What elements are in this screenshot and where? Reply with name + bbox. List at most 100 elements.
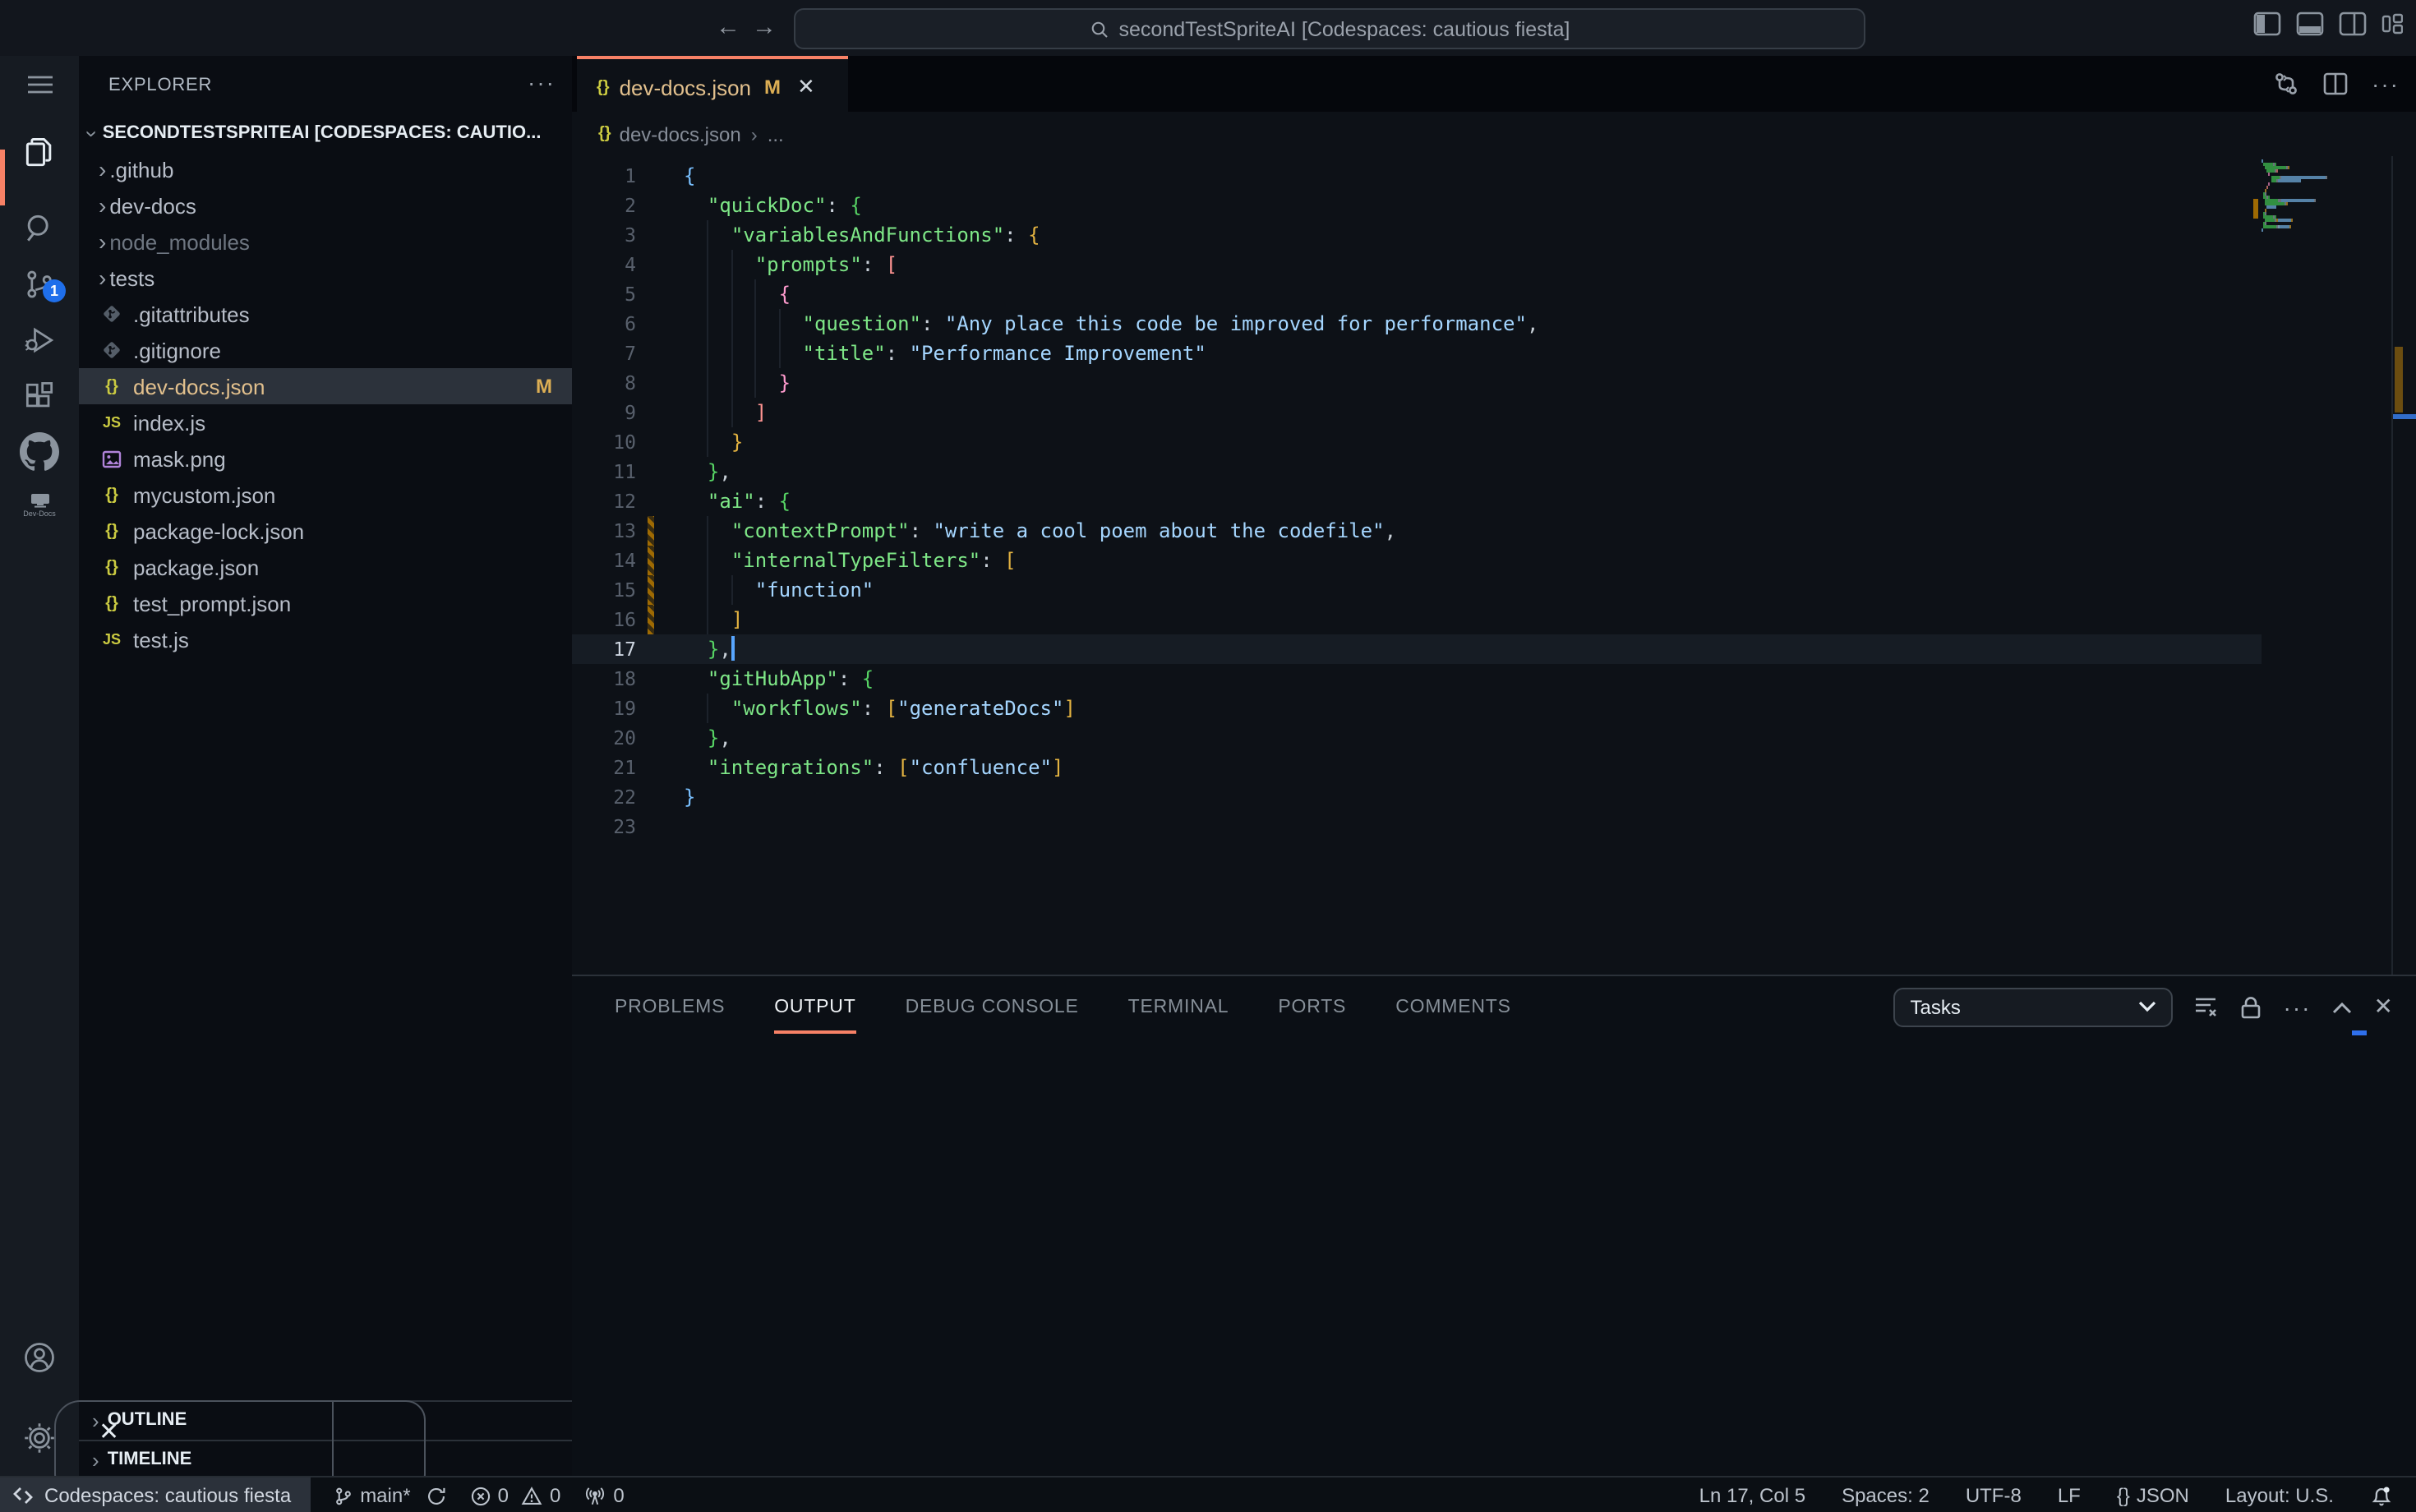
tree-item-test-js[interactable]: JStest.js bbox=[79, 621, 572, 657]
radio-tower-icon bbox=[583, 1485, 606, 1506]
customize-layout-icon[interactable] bbox=[2381, 12, 2403, 36]
language-mode[interactable]: {} JSON bbox=[2117, 1484, 2189, 1507]
panel-tab-comments[interactable]: COMMENTS bbox=[1395, 980, 1511, 1033]
tree-item--github[interactable]: ›.github bbox=[79, 151, 572, 187]
keyboard-layout[interactable]: Layout: U.S. bbox=[2225, 1484, 2334, 1507]
sidebar-item-extensions[interactable] bbox=[0, 368, 79, 424]
code-line-17[interactable]: 17 }, bbox=[572, 634, 2262, 664]
maximize-panel-icon[interactable] bbox=[2333, 1000, 2353, 1013]
code-line-15[interactable]: 15 "function" bbox=[572, 575, 2262, 605]
settings-button[interactable] bbox=[0, 1410, 79, 1466]
code-line-16[interactable]: 16 ] bbox=[572, 605, 2262, 634]
code-editor[interactable]: 1{2 "quickDoc": {3 "variablesAndFunction… bbox=[572, 156, 2416, 975]
breadcrumb[interactable]: {} dev-docs.json › ... bbox=[572, 112, 2416, 156]
sidebar-item-source-control[interactable]: 1 bbox=[0, 256, 79, 312]
code-line-20[interactable]: 20 }, bbox=[572, 723, 2262, 753]
code-line-6[interactable]: 6 "question": "Any place this code be im… bbox=[572, 309, 2262, 339]
menu-button[interactable] bbox=[0, 56, 79, 112]
code-line-7[interactable]: 7 "title": "Performance Improvement" bbox=[572, 339, 2262, 368]
sidebar-item-dev-docs[interactable]: Dev-Docs bbox=[0, 477, 79, 532]
minimap[interactable] bbox=[2258, 159, 2390, 265]
git-file-icon bbox=[99, 304, 125, 324]
sidebar-item-explorer[interactable] bbox=[0, 125, 79, 181]
tree-item-dev-docs-json[interactable]: {}dev-docs.jsonM bbox=[79, 368, 572, 404]
problems-indicator[interactable]: 0 0 bbox=[470, 1484, 561, 1507]
close-panel-icon[interactable]: ✕ bbox=[2374, 993, 2393, 1021]
clear-output-icon[interactable] bbox=[2195, 996, 2220, 1017]
git-branch-icon bbox=[334, 1485, 353, 1506]
code-line-13[interactable]: 13 "contextPrompt": "write a cool poem a… bbox=[572, 516, 2262, 546]
tree-item-package-json[interactable]: {}package.json bbox=[79, 549, 572, 585]
remote-indicator[interactable]: Codespaces: cautious fiesta bbox=[0, 1477, 311, 1512]
open-changes-icon[interactable] bbox=[2273, 71, 2299, 97]
warning-icon bbox=[522, 1485, 543, 1506]
code-line-5[interactable]: 5 { bbox=[572, 279, 2262, 309]
tree-item-index-js[interactable]: JSindex.js bbox=[79, 404, 572, 440]
code-line-18[interactable]: 18 "gitHubApp": { bbox=[572, 664, 2262, 694]
forward-icon[interactable]: → bbox=[749, 13, 779, 43]
explorer-more-actions-icon[interactable]: ··· bbox=[528, 69, 556, 95]
output-channel-select[interactable]: Tasks bbox=[1894, 987, 2174, 1026]
tree-item-mycustom-json[interactable]: {}mycustom.json bbox=[79, 477, 572, 513]
panel-tab-output[interactable]: OUTPUT bbox=[774, 980, 855, 1033]
outline-section-header[interactable]: › OUTLINE bbox=[79, 1400, 572, 1438]
sidebar-item-run-debug[interactable] bbox=[0, 312, 79, 368]
tree-item-dev-docs[interactable]: ›dev-docs bbox=[79, 187, 572, 224]
code-line-11[interactable]: 11 }, bbox=[572, 457, 2262, 486]
code-line-8[interactable]: 8 } bbox=[572, 368, 2262, 398]
code-line-4[interactable]: 4 "prompts": [ bbox=[572, 250, 2262, 279]
timeline-section-header[interactable]: › TIMELINE bbox=[79, 1440, 572, 1477]
panel-tab-problems[interactable]: PROBLEMS bbox=[615, 980, 725, 1033]
workspace-section-label: SECONDTESTSPRITEAI [CODESPACES: CAUTIO..… bbox=[103, 123, 542, 143]
tree-item-node-modules[interactable]: ›node_modules bbox=[79, 224, 572, 260]
tree-item-tests[interactable]: ›tests bbox=[79, 260, 572, 296]
code-line-2[interactable]: 2 "quickDoc": { bbox=[572, 191, 2262, 220]
code-line-14[interactable]: 14 "internalTypeFilters": [ bbox=[572, 546, 2262, 575]
code-line-21[interactable]: 21 "integrations": ["confluence"] bbox=[572, 753, 2262, 782]
toggle-secondary-sidebar-icon[interactable] bbox=[2339, 12, 2367, 36]
line-number: 2 bbox=[572, 191, 636, 220]
code-line-1[interactable]: 1{ bbox=[572, 161, 2262, 191]
encoding[interactable]: UTF-8 bbox=[1966, 1484, 2022, 1507]
code-line-10[interactable]: 10 } bbox=[572, 427, 2262, 457]
lock-output-icon[interactable] bbox=[2241, 995, 2262, 1018]
indentation[interactable]: Spaces: 2 bbox=[1842, 1484, 1930, 1507]
account-button[interactable] bbox=[0, 1330, 79, 1385]
code-line-3[interactable]: 3 "variablesAndFunctions": { bbox=[572, 220, 2262, 250]
code-line-12[interactable]: 12 "ai": { bbox=[572, 486, 2262, 516]
error-count: 0 bbox=[498, 1484, 509, 1507]
line-number: 17 bbox=[572, 634, 636, 664]
code-line-19[interactable]: 19 "workflows": ["generateDocs"] bbox=[572, 694, 2262, 723]
branch-indicator[interactable]: main* bbox=[334, 1484, 446, 1507]
gutter-modified-icon bbox=[648, 605, 653, 634]
panel-controls: Tasks ··· ✕ bbox=[1894, 976, 2393, 1037]
split-editor-icon[interactable] bbox=[2322, 71, 2349, 97]
more-actions-icon[interactable]: ··· bbox=[2372, 71, 2400, 97]
cursor-position[interactable]: Ln 17, Col 5 bbox=[1699, 1484, 1805, 1507]
sidebar-item-search[interactable] bbox=[0, 201, 79, 256]
sidebar-item-github[interactable] bbox=[0, 424, 79, 480]
panel-more-icon[interactable]: ··· bbox=[2284, 993, 2312, 1020]
ports-indicator[interactable]: 0 bbox=[583, 1484, 624, 1507]
toggle-sidebar-icon[interactable] bbox=[2253, 12, 2281, 36]
tab-dev-docs-json[interactable]: {} dev-docs.json M ✕ bbox=[577, 56, 848, 115]
tree-item-mask-png[interactable]: mask.png bbox=[79, 440, 572, 477]
code-line-23[interactable]: 23 bbox=[572, 812, 2262, 841]
command-center[interactable]: secondTestSpriteAI [Codespaces: cautious… bbox=[794, 8, 1865, 49]
panel-tab-ports[interactable]: PORTS bbox=[1278, 980, 1346, 1033]
tree-item-package-lock-json[interactable]: {}package-lock.json bbox=[79, 513, 572, 549]
workspace-section-header[interactable]: › SECONDTESTSPRITEAI [CODESPACES: CAUTIO… bbox=[79, 115, 572, 151]
panel-tab-terminal[interactable]: TERMINAL bbox=[1128, 980, 1229, 1033]
tree-item--gitattributes[interactable]: .gitattributes bbox=[79, 296, 572, 332]
breadcrumb-more: ... bbox=[768, 122, 784, 145]
tree-item--gitignore[interactable]: .gitignore bbox=[79, 332, 572, 368]
back-icon[interactable]: ← bbox=[713, 13, 743, 43]
tree-item-test-prompt-json[interactable]: {}test_prompt.json bbox=[79, 585, 572, 621]
panel-tab-debug-console[interactable]: DEBUG CONSOLE bbox=[906, 980, 1079, 1033]
notifications-bell[interactable] bbox=[2370, 1484, 2393, 1507]
eol-sequence[interactable]: LF bbox=[2058, 1484, 2081, 1507]
tab-close-icon[interactable]: ✕ bbox=[797, 74, 815, 100]
toggle-panel-icon[interactable] bbox=[2296, 12, 2324, 36]
code-line-22[interactable]: 22} bbox=[572, 782, 2262, 812]
code-line-9[interactable]: 9 ] bbox=[572, 398, 2262, 427]
